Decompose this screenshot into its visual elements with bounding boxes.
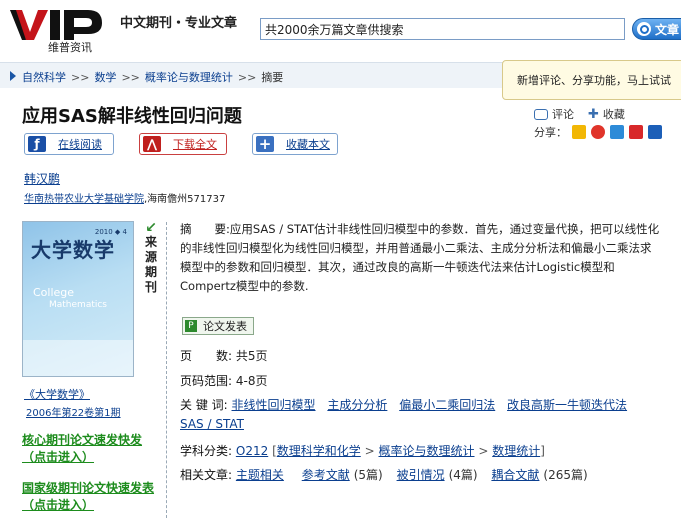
breadcrumb-separator: >> bbox=[121, 71, 140, 84]
classification-row: 学科分类: O212 [数理科学和化学 > 概率论与数理统计 > 数理统计] bbox=[180, 442, 545, 459]
citations-count: (4篇) bbox=[448, 468, 478, 482]
keyword-link[interactable]: 改良高斯一牛顿迭代法 bbox=[507, 398, 627, 412]
breadcrumb-separator: >> bbox=[237, 71, 257, 84]
journal-issue-link[interactable]: 2006年第22卷第1期 bbox=[26, 404, 121, 419]
plus-icon: ✚ bbox=[588, 106, 599, 122]
keywords-label: 关 键 词: bbox=[180, 398, 228, 412]
page-title: 应用SAS解非线性回归问题 bbox=[22, 106, 242, 127]
classification-path-link[interactable]: 数理科学和化学 bbox=[277, 444, 361, 458]
journal-cover[interactable]: 2010 ◆ 4 大学数学 College Mathematics bbox=[22, 221, 134, 377]
breadcrumb-item-natural-science[interactable]: 自然科学 bbox=[22, 71, 66, 84]
source-journal-tag: ↙ 来源期刊 bbox=[141, 221, 161, 295]
cover-english-1: College bbox=[33, 286, 75, 299]
read-online-label[interactable]: 在线阅读 bbox=[58, 136, 102, 152]
pdf-icon: ⋀ bbox=[143, 136, 161, 152]
coupled-literature-link[interactable]: 耦合文献 bbox=[491, 468, 539, 482]
download-button[interactable]: ⋀ 下载全文 bbox=[139, 133, 227, 155]
classification-label: 学科分类: bbox=[180, 444, 233, 458]
abstract-label: 摘 要: bbox=[180, 222, 230, 236]
column-divider bbox=[166, 222, 167, 518]
pages-value: 共5页 bbox=[235, 349, 268, 363]
classification-code-link[interactable]: O212 bbox=[236, 444, 268, 458]
cover-title: 大学数学 bbox=[31, 238, 115, 262]
promo-national-link[interactable]: 国家级期刊论文快速发表（点击进入） bbox=[22, 481, 154, 512]
related-label: 相关文章: bbox=[180, 468, 233, 482]
share-row: 分享： bbox=[534, 124, 662, 140]
download-label[interactable]: 下载全文 bbox=[173, 136, 217, 152]
publish-icon: P bbox=[185, 320, 197, 332]
share-icon-4[interactable] bbox=[629, 125, 643, 139]
references-count: (5篇) bbox=[353, 468, 383, 482]
breadcrumb: 自然科学 >> 数学 >> 概率论与数理统计 >> 摘要 bbox=[22, 69, 283, 85]
abstract-text: 应用SAS / STAT估计非线性回归模型中的参数．首先，通过变量代换，把可以线… bbox=[180, 222, 660, 293]
site-tagline: 中文期刊・专业文章 bbox=[120, 16, 238, 31]
keywords-row: 关 键 词: 非线性回归模型 主成分分析 偏最小二乘回归法 改良高斯一牛顿迭代法… bbox=[180, 396, 660, 434]
share-icon-3[interactable] bbox=[610, 125, 624, 139]
page-range-value: 4-8页 bbox=[235, 374, 268, 388]
cover-decoration bbox=[23, 340, 133, 376]
share-label: 分享： bbox=[534, 126, 567, 139]
promo-core-journal: 核心期刊论文速发快发（点击进入） bbox=[22, 432, 164, 466]
keyword-link[interactable]: 偏最小二乘回归法 bbox=[399, 398, 495, 412]
breadcrumb-item-math[interactable]: 数学 bbox=[94, 71, 116, 84]
abstract: 摘 要:应用SAS / STAT估计非线性回归模型中的参数．首先，通过变量代换，… bbox=[180, 220, 660, 296]
related-articles-row: 相关文章: 主题相关 参考文献 (5篇) 被引情况 (4篇) 耦合文献 (265篇) bbox=[180, 466, 598, 483]
keyword-link[interactable]: 主成分分析 bbox=[327, 398, 387, 412]
pages-row: 页 数: 共5页 bbox=[180, 347, 268, 364]
classification-path-link[interactable]: 数理统计 bbox=[492, 444, 540, 458]
citations-link[interactable]: 被引情况 bbox=[397, 468, 445, 482]
references-link[interactable]: 参考文献 bbox=[302, 468, 350, 482]
search-button-label: 文章 bbox=[655, 22, 680, 37]
related-topic-link[interactable]: 主题相关 bbox=[236, 468, 284, 482]
share-icon-5[interactable] bbox=[648, 125, 662, 139]
feature-notice[interactable]: 新增评论、分享功能，马上试试 bbox=[502, 60, 681, 100]
comment-icon bbox=[534, 108, 548, 120]
breadcrumb-arrow-icon bbox=[10, 71, 16, 81]
flash-icon: ƒ bbox=[28, 136, 46, 152]
keyword-link[interactable]: SAS / STAT bbox=[180, 417, 244, 431]
affiliation-link[interactable]: 华南热带农业大学基础学院 bbox=[24, 194, 144, 205]
journal-name-link[interactable]: 《大学数学》 bbox=[24, 386, 90, 402]
breadcrumb-item-probability[interactable]: 概率论与数理统计 bbox=[145, 71, 233, 84]
site-header: 维普资讯 中文期刊・专业文章 文章 bbox=[0, 0, 681, 62]
pages-label: 页 数: bbox=[180, 349, 233, 363]
share-icon-2[interactable] bbox=[591, 125, 605, 139]
keyword-link[interactable]: 非线性回归模型 bbox=[232, 398, 316, 412]
bracket-close: ] bbox=[540, 444, 545, 458]
affiliation-location: ,海南儋州571737 bbox=[144, 194, 226, 205]
breadcrumb-separator: >> bbox=[71, 71, 90, 84]
source-journal-label: 来源期刊 bbox=[144, 235, 157, 294]
promo-core-link[interactable]: 核心期刊论文速发快发（点击进入） bbox=[22, 433, 142, 464]
affiliation: 华南热带农业大学基础学院,海南儋州571737 bbox=[24, 190, 225, 205]
search-icon bbox=[637, 22, 651, 36]
author-link[interactable]: 韩汉鹏 bbox=[24, 170, 60, 187]
search-input[interactable] bbox=[260, 18, 625, 40]
comment-link[interactable]: 评论 bbox=[552, 106, 574, 122]
cover-english-2: Mathematics bbox=[49, 300, 107, 310]
classification-path-link[interactable]: 概率论与数理统计 bbox=[378, 444, 474, 458]
page-range-row: 页码范围: 4-8页 bbox=[180, 372, 267, 389]
bookmark-button[interactable]: + 收藏本文 bbox=[252, 133, 338, 155]
page-range-label: 页码范围: bbox=[180, 374, 233, 388]
share-icon-1[interactable] bbox=[572, 125, 586, 139]
logo-subtitle: 维普资讯 bbox=[48, 41, 92, 54]
publish-paper-button[interactable]: P 论文发表 bbox=[182, 317, 254, 335]
coupled-count: (265篇) bbox=[543, 468, 588, 482]
promo-national-journal: 国家级期刊论文快速发表（点击进入） bbox=[22, 480, 164, 514]
arrow-icon: ↙ bbox=[145, 220, 157, 236]
publish-paper-label: 论文发表 bbox=[203, 320, 247, 333]
plus-box-icon: + bbox=[256, 135, 274, 153]
collect-link[interactable]: 收藏 bbox=[603, 106, 625, 122]
breadcrumb-item-current: 摘要 bbox=[261, 71, 284, 84]
path-separator: > bbox=[478, 444, 489, 458]
path-separator: > bbox=[364, 444, 375, 458]
comment-collect-row: 评论 ✚ 收藏 bbox=[534, 106, 625, 122]
bookmark-label[interactable]: 收藏本文 bbox=[286, 136, 330, 152]
search-button[interactable]: 文章 bbox=[632, 18, 681, 40]
read-online-button[interactable]: ƒ 在线阅读 bbox=[24, 133, 114, 155]
